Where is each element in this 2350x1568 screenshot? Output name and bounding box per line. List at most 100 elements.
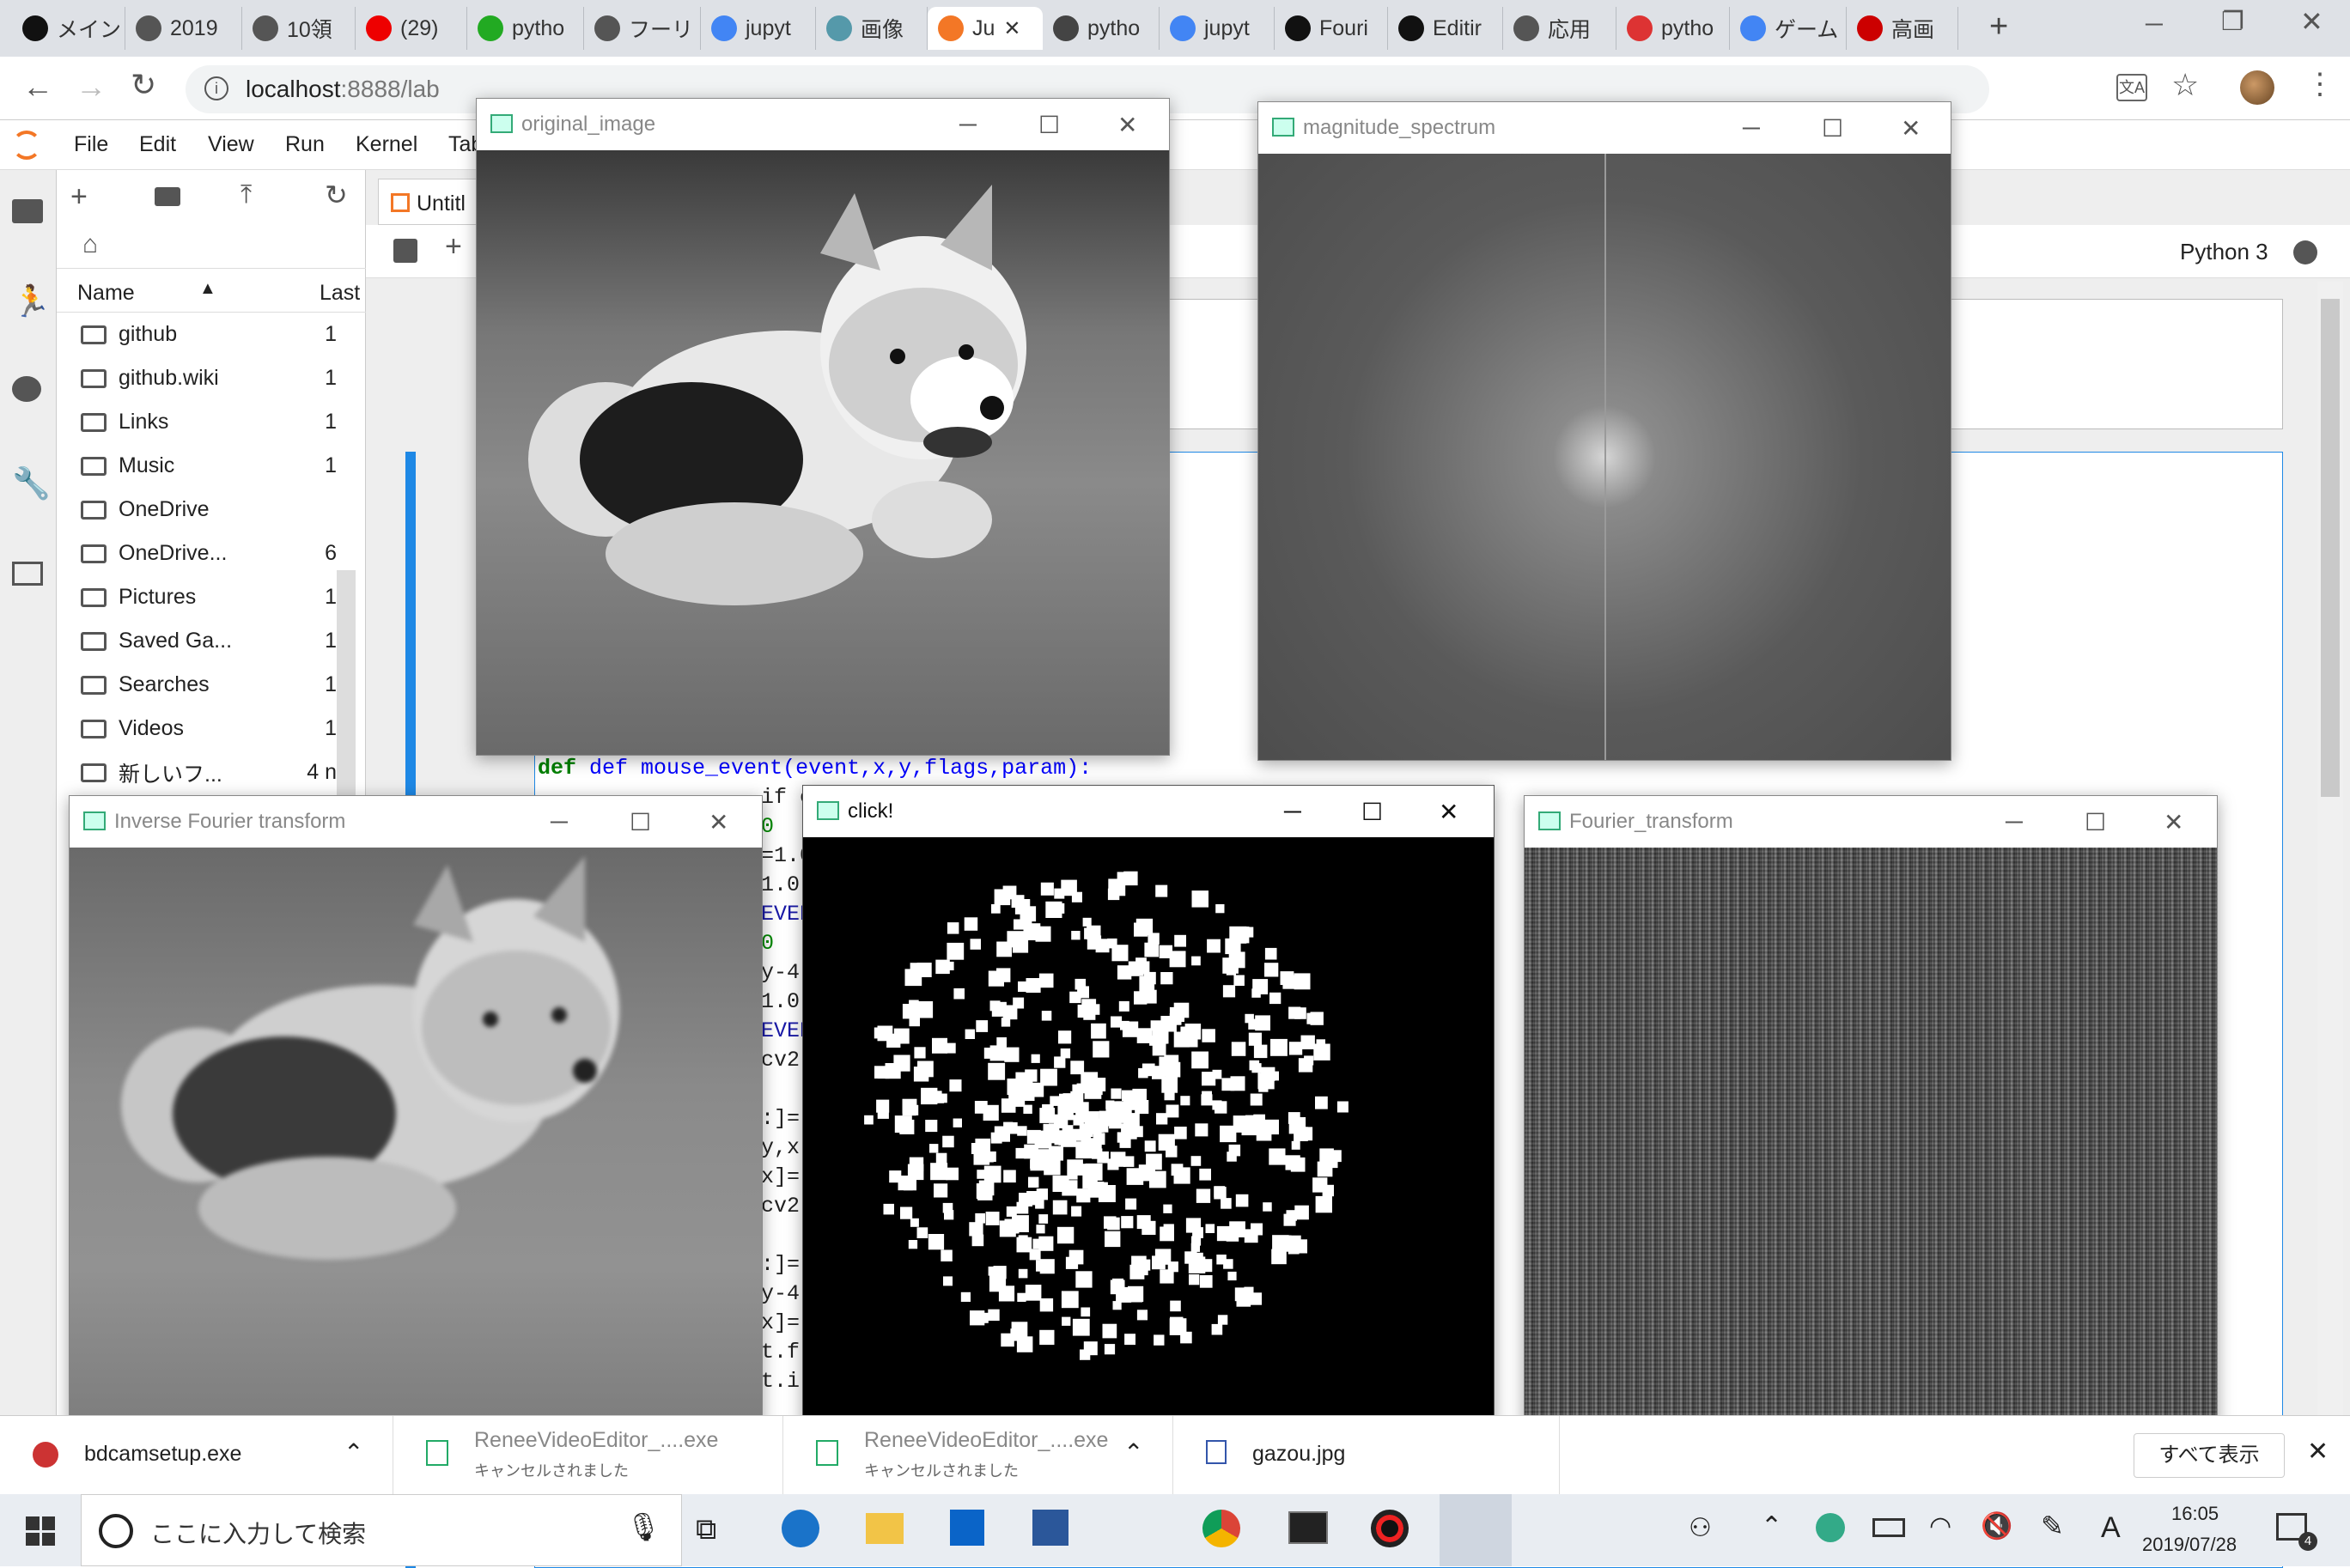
maximize-icon[interactable]: ☐: [630, 808, 651, 836]
battery-icon[interactable]: [1872, 1518, 1905, 1537]
terminal-icon[interactable]: [1288, 1511, 1328, 1544]
window-title-bar[interactable]: click! ─ ☐ ✕: [803, 786, 1494, 837]
menu-view[interactable]: View: [208, 132, 254, 157]
word-icon[interactable]: [1032, 1510, 1068, 1546]
browser-tab[interactable]: Editir: [1388, 7, 1503, 50]
browser-tab[interactable]: 2019: [125, 7, 242, 50]
wrench-icon[interactable]: 🔧: [12, 465, 51, 501]
browser-tab[interactable]: 10領: [242, 7, 356, 50]
folder-icon[interactable]: [12, 199, 43, 223]
clock-date[interactable]: 2019/07/28: [2142, 1534, 2237, 1556]
show-all-downloads-button[interactable]: すべて表示: [2134, 1433, 2285, 1478]
microphone-icon[interactable]: 🎙: [626, 1510, 661, 1543]
minimize-icon[interactable]: ─: [959, 111, 977, 138]
info-icon[interactable]: i: [204, 76, 228, 100]
taskbar-search-box[interactable]: ここに入力して検索 🎙: [81, 1494, 682, 1566]
browser-tab[interactable]: Ju ✕: [928, 7, 1043, 50]
minimize-icon[interactable]: ─: [551, 808, 568, 836]
minimize-icon[interactable]: ─: [1743, 114, 1760, 142]
file-list-item[interactable]: github 1: [57, 313, 349, 356]
original-image-canvas[interactable]: [477, 150, 1169, 755]
chrome-icon[interactable]: [1202, 1510, 1240, 1547]
windows-start-icon[interactable]: [26, 1516, 55, 1546]
edge-icon[interactable]: [782, 1510, 819, 1547]
close-browser-button[interactable]: ✕: [2300, 5, 2323, 38]
browser-tab[interactable]: jupyt: [701, 7, 816, 50]
browser-tab[interactable]: 画像: [816, 7, 928, 50]
maximize-icon[interactable]: ☐: [1361, 798, 1383, 826]
forward-arrow-icon[interactable]: →: [76, 69, 107, 105]
file-list-item[interactable]: Pictures 1: [57, 575, 349, 619]
magnitude-spectrum-canvas[interactable]: [1258, 154, 1951, 760]
file-explorer-icon[interactable]: [866, 1513, 904, 1544]
browser-tab[interactable]: jupyt: [1160, 7, 1275, 50]
profile-avatar[interactable]: [2240, 70, 2274, 105]
menu-edit[interactable]: Edit: [139, 132, 176, 157]
sort-ascending-icon[interactable]: ▲: [199, 279, 216, 299]
chevron-up-icon[interactable]: ⌃: [344, 1438, 363, 1467]
palette-icon[interactable]: [12, 376, 41, 402]
menu-file[interactable]: File: [74, 132, 108, 157]
reload-icon[interactable]: ↻: [131, 67, 156, 103]
chevron-up-icon[interactable]: ⌃: [1123, 1438, 1143, 1467]
home-icon[interactable]: ⌂: [82, 230, 98, 259]
wifi-icon[interactable]: ◠: [1929, 1511, 1951, 1541]
translate-icon[interactable]: 文A: [2116, 74, 2147, 101]
browser-tab[interactable]: pytho: [1043, 7, 1160, 50]
close-icon[interactable]: ✕: [1117, 111, 1137, 139]
maximize-icon[interactable]: ☐: [2085, 808, 2106, 836]
file-list-item[interactable]: Links 1: [57, 400, 349, 444]
window-title-bar[interactable]: Fourier_transform ─ ☐ ✕: [1525, 796, 2217, 848]
new-launcher-icon[interactable]: +: [70, 180, 88, 214]
name-column-header[interactable]: Name: [77, 281, 135, 306]
notepad-icon[interactable]: [1440, 1494, 1512, 1566]
browser-tab[interactable]: pytho: [1616, 7, 1730, 50]
close-icon[interactable]: ✕: [1439, 798, 1458, 826]
file-list-item[interactable]: github.wiki 1: [57, 356, 349, 400]
store-icon[interactable]: [950, 1510, 984, 1546]
running-icon[interactable]: 🏃: [12, 283, 51, 319]
back-arrow-icon[interactable]: ←: [22, 69, 53, 105]
tabs-icon[interactable]: [12, 562, 43, 586]
new-folder-icon[interactable]: [155, 187, 180, 206]
menu-kernel[interactable]: Kernel: [356, 132, 417, 157]
new-tab-button[interactable]: +: [1989, 9, 2008, 46]
close-tab-icon[interactable]: ✕: [1003, 16, 1020, 41]
browser-tab[interactable]: pytho: [467, 7, 584, 50]
window-title-bar[interactable]: Inverse Fourier transform ─ ☐ ✕: [70, 796, 762, 848]
file-list-item[interactable]: Saved Ga... 1: [57, 619, 349, 663]
network-globe-icon[interactable]: [1816, 1513, 1845, 1542]
browser-tab[interactable]: メイン: [12, 7, 125, 50]
file-list-item[interactable]: Searches 1: [57, 663, 349, 707]
close-icon[interactable]: ✕: [1901, 114, 1921, 143]
maximize-icon[interactable]: ☐: [1822, 114, 1843, 143]
people-icon[interactable]: ⚇: [1689, 1513, 1712, 1543]
upload-icon[interactable]: ⤒: [240, 180, 252, 210]
browser-tab[interactable]: フーリ: [584, 7, 701, 50]
browser-tab[interactable]: ゲーム: [1730, 7, 1847, 50]
bookmark-star-icon[interactable]: ☆: [2171, 67, 2199, 103]
scroll-thumb[interactable]: [2321, 299, 2340, 797]
window-title-bar[interactable]: original_image ─ ☐ ✕: [477, 99, 1169, 150]
file-list-item[interactable]: Music 1: [57, 444, 349, 488]
window-title-bar[interactable]: magnitude_spectrum ─ ☐ ✕: [1258, 102, 1951, 154]
notebook-scrollbar[interactable]: [2317, 282, 2343, 1415]
menu-run[interactable]: Run: [285, 132, 325, 157]
click-mask-canvas[interactable]: [803, 837, 1494, 1443]
download-item[interactable]: gazou.jpg: [1173, 1416, 1560, 1495]
kernel-name[interactable]: Python 3: [2180, 239, 2268, 265]
browser-tab[interactable]: 応用: [1503, 7, 1616, 50]
ime-indicator[interactable]: A: [2101, 1511, 2121, 1545]
minimize-icon[interactable]: ─: [1284, 798, 1301, 825]
browser-menu-icon[interactable]: ⋮: [2305, 67, 2335, 101]
browser-tab[interactable]: 高画: [1847, 7, 1958, 50]
download-item[interactable]: ReneeVideoEditor_....exe キャンセルされました ⌃: [783, 1416, 1173, 1495]
file-list-item[interactable]: OneDrive: [57, 488, 349, 532]
maximize-icon[interactable]: ☐: [1038, 111, 1060, 139]
minimize-icon[interactable]: ─: [2006, 808, 2023, 836]
file-list-item[interactable]: Videos 1: [57, 707, 349, 751]
add-cell-icon[interactable]: +: [445, 230, 462, 264]
close-shelf-icon[interactable]: ✕: [2307, 1437, 2329, 1467]
last-modified-column-header[interactable]: Last: [320, 281, 360, 306]
task-view-icon[interactable]: ⧉: [696, 1513, 716, 1547]
